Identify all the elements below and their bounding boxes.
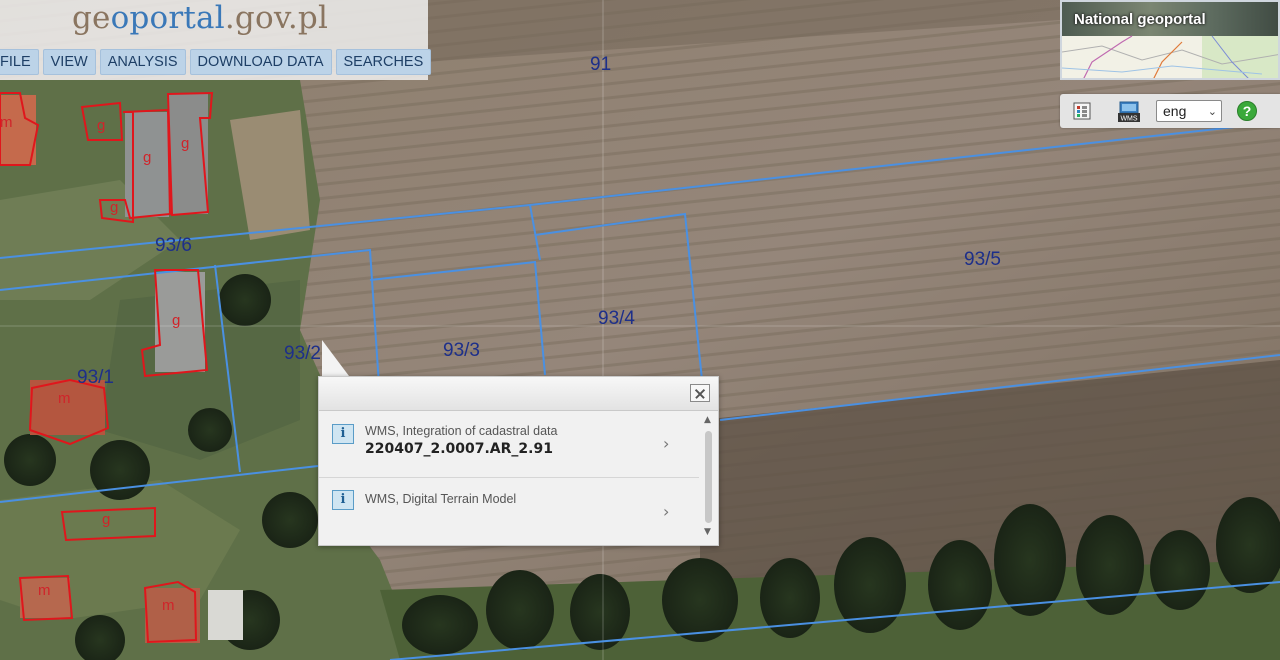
language-select[interactable]: eng ⌄ xyxy=(1156,100,1222,122)
logo-text: .gov.pl xyxy=(224,0,329,36)
help-icon[interactable]: ? xyxy=(1237,101,1257,121)
result-source: WMS, Integration of cadastral data xyxy=(365,424,558,438)
parcel-label: 93/6 xyxy=(155,235,192,256)
building-label: g xyxy=(143,149,151,166)
chevron-right-icon[interactable]: › xyxy=(663,502,669,521)
logo-text: portal xyxy=(129,0,225,36)
parcel-label: 93/4 xyxy=(598,308,635,329)
popup-header xyxy=(319,377,718,411)
info-icon: i xyxy=(332,490,354,510)
parcel-label: 91 xyxy=(590,54,611,75)
svg-text:WMS: WMS xyxy=(1120,116,1137,123)
map-toolbar: WMS eng ⌄ ? xyxy=(1060,94,1280,128)
parcel-label: 93/2 xyxy=(284,343,321,364)
chevron-down-icon: ⌄ xyxy=(1207,106,1217,118)
scroll-down-icon[interactable]: ▼ xyxy=(704,527,711,537)
parcel-label: 93/5 xyxy=(964,249,1001,270)
info-icon: i xyxy=(332,424,354,444)
legend-grid-icon[interactable] xyxy=(1072,101,1092,121)
building-label: g xyxy=(172,312,180,329)
feature-info-popup: i WMS, Integration of cadastral data 220… xyxy=(318,376,719,546)
building-label: m xyxy=(162,597,175,614)
popup-pointer xyxy=(322,340,352,380)
menu-file[interactable]: FILE xyxy=(0,49,39,75)
menu-download-data[interactable]: DOWNLOAD DATA xyxy=(189,49,332,75)
logo-text: ge xyxy=(72,0,111,36)
building-label: m xyxy=(0,114,13,131)
close-icon[interactable] xyxy=(690,384,710,402)
popup-scrollbar[interactable]: ▲ ▼ xyxy=(701,413,717,545)
language-value: eng xyxy=(1163,103,1187,119)
menu-searches[interactable]: SEARCHES xyxy=(335,49,432,75)
main-menu: FILE VIEW ANALYSIS DOWNLOAD DATA SEARCHE… xyxy=(0,49,432,76)
result-value: 220407_2.0007.AR_2.91 xyxy=(365,441,553,457)
menu-view[interactable]: VIEW xyxy=(42,49,96,75)
parcel-label: 93/3 xyxy=(443,340,480,361)
building-label: g xyxy=(181,135,189,152)
geoportal-logo[interactable]: geoportal.gov.pl xyxy=(72,0,328,42)
parcel-label: 93/1 xyxy=(77,367,114,388)
scroll-thumb[interactable] xyxy=(705,431,712,523)
chevron-right-icon[interactable]: › xyxy=(663,434,669,453)
result-item-cadastral[interactable]: i WMS, Integration of cadastral data 220… xyxy=(319,412,699,478)
result-item-terrain-model[interactable]: i WMS, Digital Terrain Model › xyxy=(319,478,699,544)
result-source: WMS, Digital Terrain Model xyxy=(365,492,517,506)
overview-map[interactable]: National geoportal xyxy=(1060,0,1280,80)
overview-title: National geoportal xyxy=(1074,11,1206,28)
building-label: m xyxy=(38,582,51,599)
wms-icon[interactable]: WMS xyxy=(1117,101,1141,123)
building-label: m xyxy=(58,390,71,407)
building-label: g xyxy=(110,199,118,216)
menu-analysis[interactable]: ANALYSIS xyxy=(99,49,186,75)
logo-text: o xyxy=(110,0,130,36)
building-label: g xyxy=(102,511,110,528)
building-label: g xyxy=(97,117,105,134)
header-panel: geoportal.gov.pl FILE VIEW ANALYSIS DOWN… xyxy=(0,0,432,80)
scroll-up-icon[interactable]: ▲ xyxy=(704,415,711,425)
